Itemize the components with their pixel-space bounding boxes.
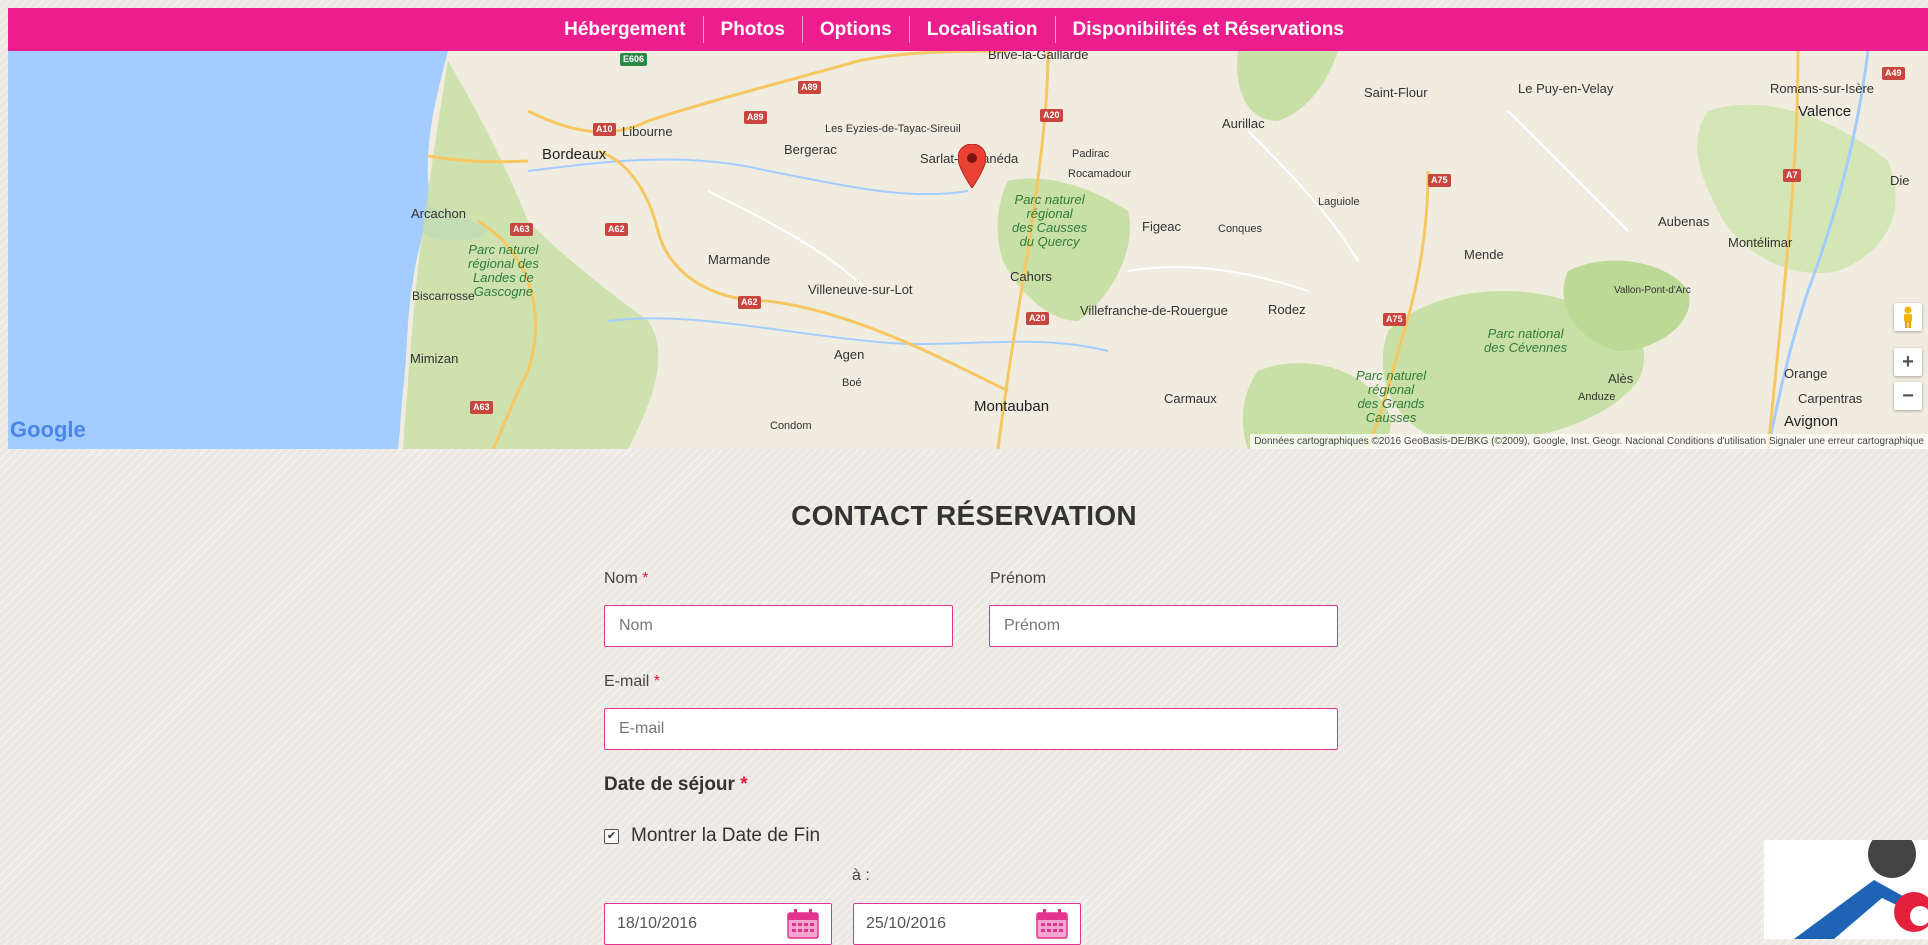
highway-shield-a20: A20 bbox=[1026, 312, 1049, 325]
form-title: CONTACT RÉSERVATION bbox=[791, 500, 1137, 531]
email-label-text: E-mail bbox=[604, 673, 650, 690]
prenom-label: Prénom bbox=[990, 570, 1046, 588]
map-label-park-cevennes: Parc national des Cévennes bbox=[1484, 326, 1568, 355]
highway-shield-a20: A20 bbox=[1040, 109, 1063, 122]
calendar-icon[interactable] bbox=[1036, 909, 1068, 939]
required-asterisk: * bbox=[653, 673, 661, 690]
map-label-lepuy: Le Puy-en-Velay bbox=[1518, 81, 1614, 96]
nav-item-disponibilites[interactable]: Disponibilités et Réservations bbox=[1054, 16, 1361, 43]
required-asterisk: * bbox=[740, 774, 748, 795]
highway-shield-a62: A62 bbox=[605, 223, 628, 236]
map-label-villeneuve: Villeneuve-sur-Lot bbox=[808, 282, 913, 297]
map-label-bordeaux: Bordeaux bbox=[542, 146, 607, 163]
map-label-arcachon: Arcachon bbox=[411, 206, 466, 221]
map-label-aubenas: Aubenas bbox=[1658, 214, 1710, 229]
map-terrain bbox=[8, 51, 1928, 449]
required-asterisk: * bbox=[642, 570, 649, 587]
highway-shield-a75: A75 bbox=[1383, 313, 1406, 326]
map-label-orange: Orange bbox=[1784, 366, 1828, 381]
map-label-conques: Conques bbox=[1218, 223, 1263, 235]
map-label-marmande: Marmande bbox=[708, 252, 771, 267]
map-label-eyzies: Les Eyzies-de-Tayac-Sireuil bbox=[825, 123, 961, 135]
nom-input[interactable] bbox=[604, 605, 953, 647]
map-label-padirac: Padirac bbox=[1072, 148, 1110, 160]
zoom-in-button[interactable]: + bbox=[1894, 348, 1922, 376]
map-label-boe: Boé bbox=[842, 377, 862, 389]
map-label-libourne: Libourne bbox=[622, 124, 673, 139]
prenom-input[interactable] bbox=[989, 605, 1338, 647]
pegman-icon bbox=[1904, 306, 1912, 328]
location-pin-icon[interactable] bbox=[958, 144, 986, 188]
map-label-rocamadour: Rocamadour bbox=[1068, 168, 1131, 180]
map-label-avignon: Avignon bbox=[1784, 413, 1838, 430]
nav-item-photos[interactable]: Photos bbox=[702, 16, 802, 43]
nav-item-options[interactable]: Options bbox=[801, 16, 909, 43]
map-attribution[interactable]: Données cartographiques ©2016 GeoBasis-D… bbox=[1250, 434, 1928, 449]
highway-shield-a63: A63 bbox=[470, 401, 493, 414]
highway-shield-e606: E606 bbox=[620, 53, 648, 66]
nav-menu: Hébergement Photos Options Localisation … bbox=[547, 16, 1361, 43]
map-label-ales: Alès bbox=[1608, 371, 1634, 386]
map-label-romans: Romans-sur-Isère bbox=[1770, 81, 1875, 96]
map-label-mende: Mende bbox=[1464, 247, 1504, 262]
highway-shield-a89: A89 bbox=[744, 111, 767, 124]
show-end-date-label: Montrer la Date de Fin bbox=[631, 825, 821, 846]
email-label: E-mail * bbox=[604, 673, 660, 691]
date-sejour-label-text: Date de séjour bbox=[604, 774, 735, 795]
end-date-value: 25/10/2016 bbox=[866, 915, 947, 932]
email-input[interactable] bbox=[604, 708, 1338, 750]
location-map[interactable]: Brive-la-Gaillarde Libourne Bordeaux Ber… bbox=[8, 51, 1928, 449]
zoom-out-button[interactable]: − bbox=[1894, 382, 1922, 410]
street-view-pegman-icon[interactable] bbox=[1894, 303, 1922, 331]
map-label-montauban: Montauban bbox=[974, 398, 1050, 415]
nav-item-localisation[interactable]: Localisation bbox=[908, 16, 1055, 43]
top-navigation-bar: Hébergement Photos Options Localisation … bbox=[8, 8, 1928, 51]
map-label-anduze: Anduze bbox=[1578, 391, 1616, 403]
brand-logo bbox=[1764, 840, 1928, 939]
date-to-label: à : bbox=[852, 867, 870, 884]
map-label-montelimar: Montélimar bbox=[1728, 235, 1793, 250]
nom-label-text: Nom bbox=[604, 570, 638, 587]
map-label-villefranche: Villefranche-de-Rouergue bbox=[1080, 303, 1228, 318]
map-label-carpentras: Carpentras bbox=[1798, 391, 1863, 406]
map-label-saintflour: Saint-Flour bbox=[1364, 85, 1428, 100]
calendar-icon[interactable] bbox=[787, 909, 819, 939]
show-end-date-checkbox[interactable]: ✔ bbox=[604, 828, 619, 844]
map-label-die: Die bbox=[1890, 173, 1910, 188]
highway-shield-a75: A75 bbox=[1428, 174, 1451, 187]
map-label-park-grandscausses: Parc naturel régional des Grands Causses bbox=[1356, 368, 1427, 425]
nom-label: Nom * bbox=[604, 570, 648, 588]
map-label-vallon: Vallon-Pont-d'Arc bbox=[1614, 285, 1691, 296]
start-date-value: 18/10/2016 bbox=[617, 915, 698, 932]
highway-shield-a89: A89 bbox=[798, 81, 821, 94]
map-label-brive: Brive-la-Gaillarde bbox=[988, 51, 1089, 62]
map-label-park-landes: Parc naturel régional des Landes de Gasc… bbox=[468, 242, 539, 299]
map-label-carmaux: Carmaux bbox=[1164, 391, 1217, 406]
map-label-bergerac: Bergerac bbox=[784, 142, 837, 157]
highway-shield-a62: A62 bbox=[738, 296, 761, 309]
highway-shield-a10: A10 bbox=[593, 123, 616, 136]
map-label-aurillac: Aurillac bbox=[1222, 116, 1265, 131]
highway-shield-a7: A7 bbox=[1783, 169, 1801, 182]
map-label-rodez: Rodez bbox=[1268, 302, 1306, 317]
map-label-park-quercy: Parc naturel régional des Causses du Que… bbox=[1012, 192, 1088, 249]
map-label-valence: Valence bbox=[1798, 103, 1852, 120]
map-label-biscarrosse: Biscarrosse bbox=[412, 289, 475, 303]
map-label-condom: Condom bbox=[770, 420, 812, 432]
map-label-laguiole: Laguiole bbox=[1318, 196, 1360, 208]
show-end-date-row: ✔ Montrer la Date de Fin bbox=[604, 825, 820, 847]
google-logo: Google bbox=[10, 417, 86, 442]
date-sejour-label: Date de séjour * bbox=[604, 774, 748, 796]
map-label-mimizan: Mimizan bbox=[410, 351, 459, 366]
map-label-figeac: Figeac bbox=[1142, 219, 1182, 234]
highway-shield-a49: A49 bbox=[1882, 67, 1905, 80]
highway-shield-a63: A63 bbox=[510, 223, 533, 236]
prenom-label-text: Prénom bbox=[990, 570, 1047, 587]
map-label-cahors: Cahors bbox=[1010, 269, 1052, 284]
nav-item-hebergement[interactable]: Hébergement bbox=[547, 16, 702, 43]
map-label-agen: Agen bbox=[834, 347, 865, 362]
